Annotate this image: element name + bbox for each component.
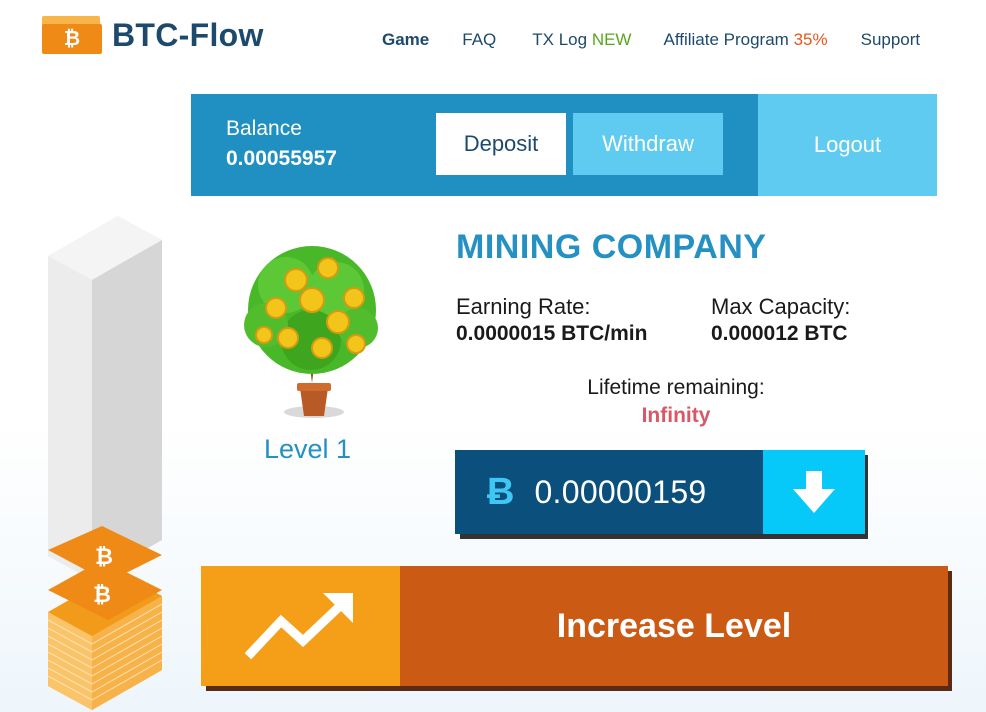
level-label: Level 1 [264,434,352,464]
lifetime-label: Lifetime remaining: [587,376,765,399]
balance-bar: Balance 0.00055957 Deposit Withdraw [191,94,758,196]
bitcoin-icon: ₿ [93,583,111,608]
increase-level-icon-button[interactable] [201,566,400,686]
company-title: MINING COMPANY [456,228,767,266]
max-capacity-value: 0.000012 BTC [711,322,848,345]
download-arrow-icon [793,471,835,513]
brand-logo[interactable]: ₿ BTC-Flow [42,14,264,56]
max-capacity-label: Max Capacity: [711,294,851,319]
mined-amount-panel: Ƀ 0.00000159 [455,450,763,534]
nav-faq[interactable]: FAQ [462,30,496,50]
affiliate-percent-badge: 35% [793,30,828,49]
earning-rate-value: 0.0000015 BTC/min [456,322,648,345]
increase-level-button[interactable]: Increase Level [400,566,948,686]
nav-affiliate-program[interactable]: Affiliate Program 35% [663,30,827,50]
nav-tx-log[interactable]: TX Log NEW [532,30,631,50]
coin-tower-illustration: ₿ ₿ [47,216,163,710]
logout-button[interactable]: Logout [758,94,937,196]
nav-support[interactable]: Support [861,30,921,50]
nav-affiliate-label: Affiliate Program [663,30,789,49]
bitcoin-icon: ₿ [42,14,102,56]
coin-stack: ₿ ₿ [47,526,163,710]
earning-rate-label: Earning Rate: [456,294,591,319]
bitcoin-icon: ₿ [95,545,113,570]
withdraw-button[interactable]: Withdraw [573,113,723,175]
balance-label: Balance [226,117,302,140]
money-tree-illustration [244,246,378,418]
collect-button[interactable] [763,450,865,534]
deposit-button[interactable]: Deposit [436,113,566,175]
trend-up-arrow-icon [244,593,353,660]
brand-name: BTC-Flow [112,16,264,53]
nav-tx-log-label: TX Log [532,30,588,49]
lifetime-value: Infinity [641,404,711,427]
nav-game[interactable]: Game [382,30,429,50]
main-nav: Game FAQ TX Log NEW Affiliate Program 35… [382,30,920,50]
mined-amount: 0.00000159 [534,473,707,510]
bitcoin-icon: Ƀ [487,470,515,513]
new-badge: NEW [591,30,632,49]
balance-value: 0.00055957 [226,147,337,170]
